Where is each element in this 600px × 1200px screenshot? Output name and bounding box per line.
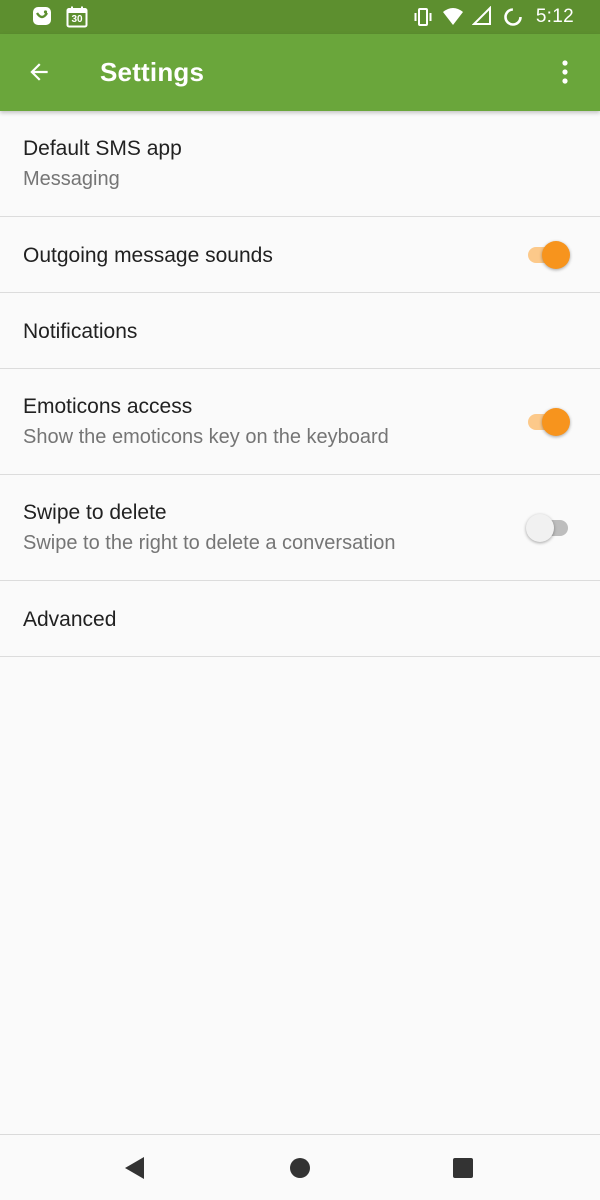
setting-title: Emoticons access bbox=[23, 395, 193, 418]
outgoing-sounds-switch[interactable] bbox=[526, 235, 572, 275]
setting-subtitle: Show the emoticons key on the keyboard bbox=[23, 426, 389, 448]
setting-subtitle: Messaging bbox=[23, 168, 120, 190]
calendar-day: 30 bbox=[71, 14, 83, 25]
setting-advanced[interactable]: Advanced bbox=[0, 581, 600, 657]
swipe-to-delete-switch[interactable] bbox=[526, 508, 572, 548]
wifi-icon bbox=[442, 6, 464, 28]
calendar-icon: 30 bbox=[66, 6, 88, 28]
setting-title: Advanced bbox=[23, 608, 117, 631]
setting-title: Default SMS app bbox=[23, 137, 182, 160]
signal-icon bbox=[471, 6, 494, 28]
status-bar: 30 5:12 bbox=[0, 0, 600, 34]
status-time: 5:12 bbox=[535, 6, 574, 27]
arrow-back-icon bbox=[30, 63, 48, 81]
notification-app-icon bbox=[32, 6, 54, 28]
status-right-icons: 5:12 bbox=[412, 4, 574, 30]
app-bar: Settings bbox=[0, 34, 600, 111]
nav-back-button[interactable] bbox=[122, 1155, 148, 1181]
status-left-icons: 30 bbox=[32, 6, 88, 28]
setting-title: Swipe to delete bbox=[23, 501, 167, 524]
setting-emoticons-access[interactable]: Emoticons access Show the emoticons key … bbox=[0, 369, 600, 475]
switch-thumb bbox=[542, 408, 570, 436]
nav-home-button[interactable] bbox=[287, 1155, 313, 1181]
switch-thumb bbox=[526, 514, 554, 542]
setting-subtitle: Swipe to the right to delete a conversat… bbox=[23, 532, 396, 554]
back-button[interactable] bbox=[20, 53, 58, 91]
setting-swipe-to-delete[interactable]: Swipe to delete Swipe to the right to de… bbox=[0, 475, 600, 581]
overflow-menu-button[interactable] bbox=[546, 53, 584, 91]
settings-list: Default SMS app Messaging Outgoing messa… bbox=[0, 111, 600, 657]
screen: 30 5:12 Settings Default SMS app Messagi… bbox=[0, 0, 600, 1200]
setting-title: Outgoing message sounds bbox=[23, 244, 273, 267]
nav-home-icon bbox=[290, 1158, 310, 1178]
setting-default-sms-app[interactable]: Default SMS app Messaging bbox=[0, 111, 600, 217]
battery-icon bbox=[502, 6, 524, 28]
system-nav-bar bbox=[0, 1134, 600, 1200]
page-title: Settings bbox=[100, 57, 205, 87]
setting-notifications[interactable]: Notifications bbox=[0, 293, 600, 369]
vibrate-icon bbox=[412, 6, 434, 28]
setting-title: Notifications bbox=[23, 320, 138, 343]
switch-thumb bbox=[542, 241, 570, 269]
nav-recents-button[interactable] bbox=[450, 1155, 476, 1181]
setting-outgoing-message-sounds[interactable]: Outgoing message sounds bbox=[0, 217, 600, 293]
nav-recents-icon bbox=[453, 1158, 473, 1178]
nav-back-icon bbox=[125, 1157, 144, 1179]
emoticons-access-switch[interactable] bbox=[526, 402, 572, 442]
more-vert-icon bbox=[562, 60, 568, 84]
